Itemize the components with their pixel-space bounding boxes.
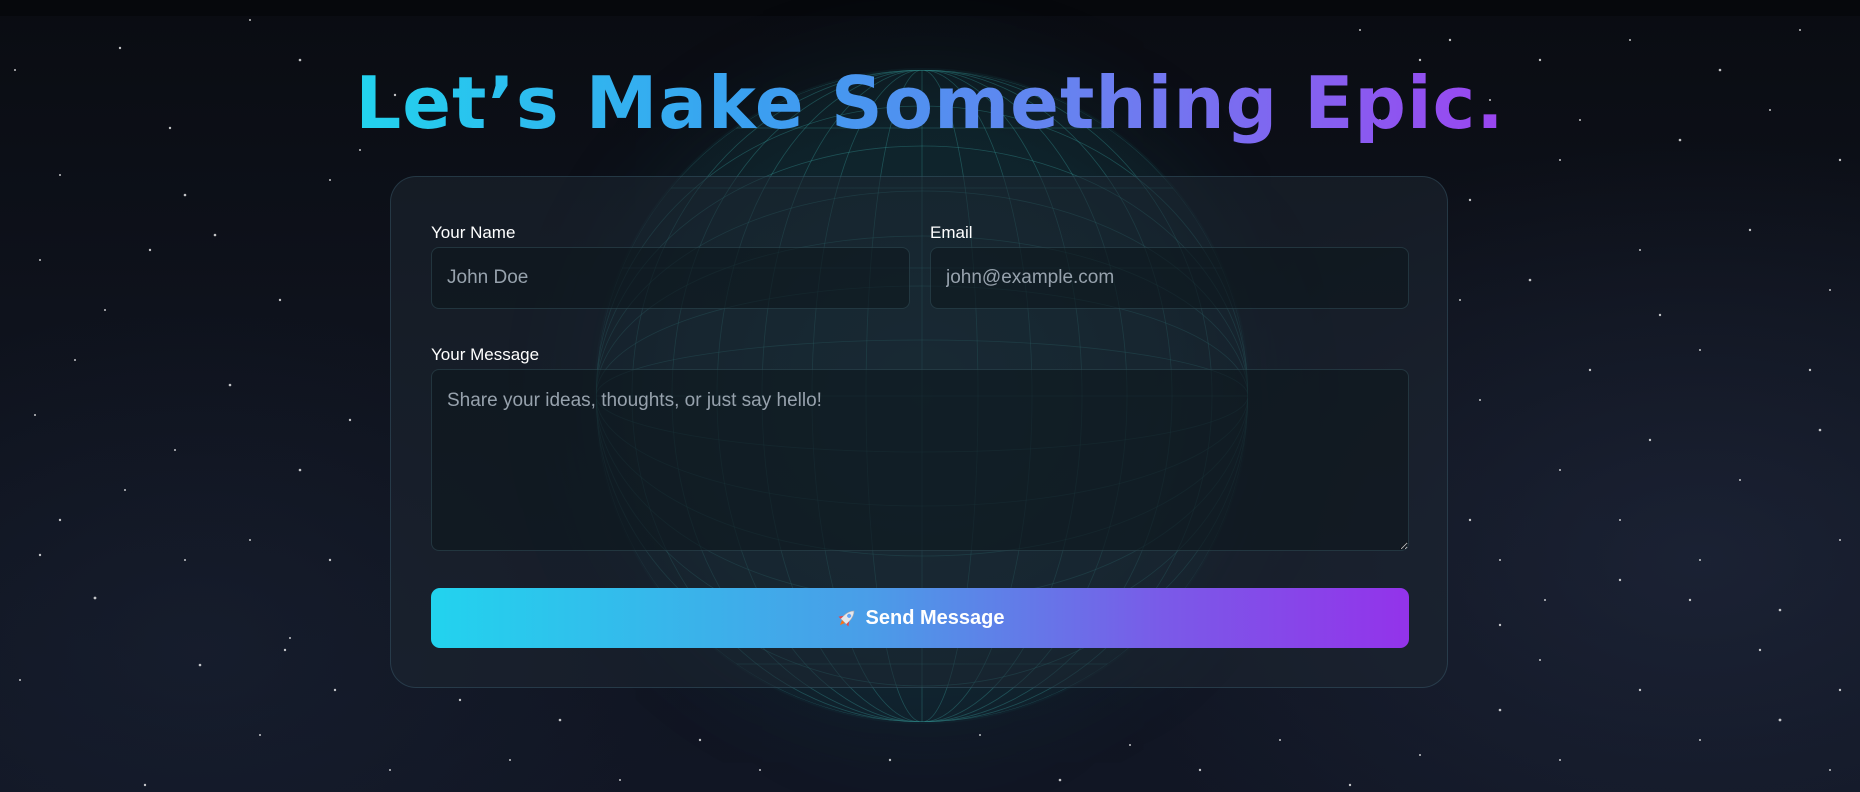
name-label: Your Name	[431, 223, 516, 242]
page-title: Let’s Make Something Epic.	[0, 58, 1860, 148]
email-label: Email	[930, 223, 973, 242]
send-message-label: Send Message	[865, 606, 1005, 629]
contact-form: Your Name Email Your Message Send Messag…	[390, 176, 1448, 688]
rocket-icon	[838, 610, 854, 627]
contact-page: Let’s Make Something Epic. Your Name Ema…	[0, 0, 1860, 792]
name-input[interactable]	[431, 247, 910, 309]
send-message-button[interactable]: Send Message	[431, 588, 1409, 648]
page-title-text: Let’s Make Something Epic.	[355, 61, 1505, 145]
email-input[interactable]	[930, 247, 1409, 309]
message-label: Your Message	[431, 345, 540, 364]
message-textarea[interactable]	[431, 369, 1409, 551]
